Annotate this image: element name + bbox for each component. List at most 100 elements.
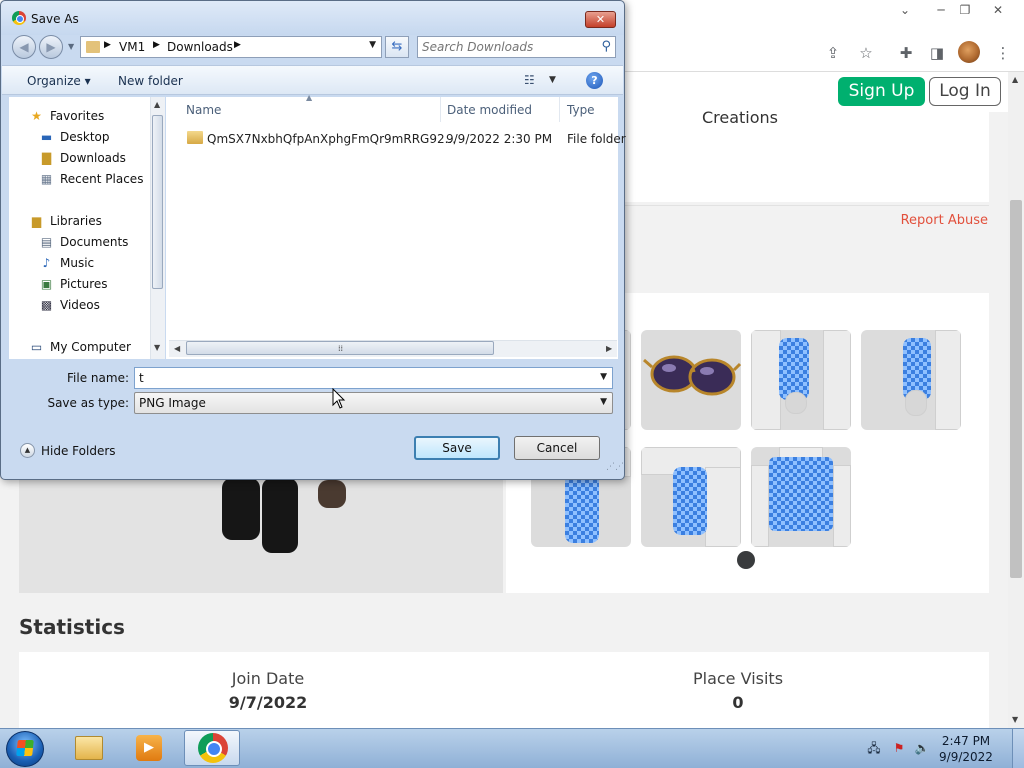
address-bar[interactable]: ▶ VM1 ▶ Downloads ▶ ▼ [80,36,382,58]
column-type[interactable]: Type [567,103,595,117]
close-window-icon[interactable]: ✕ [983,2,1013,18]
recent-places-icon: ▦ [40,172,53,186]
scroll-up-arrow-icon[interactable]: ▲ [1012,75,1018,84]
nav-item-music[interactable]: ♪ Music [9,254,149,273]
nav-item-videos[interactable]: ▩ Videos [9,296,149,315]
file-row[interactable]: QmSX7NxbhQfpAnXphgFmQr9mRRG92... 9/9/202… [171,127,626,149]
save-as-type-select[interactable]: PNG Image ▼ [134,392,613,414]
bookmark-star-icon[interactable]: ☆ [855,42,877,64]
view-dropdown-icon[interactable]: ▼ [549,75,556,85]
side-panel-icon[interactable]: ◨ [926,42,948,64]
column-separator[interactable] [440,97,441,122]
scroll-down-arrow-icon[interactable]: ▼ [154,343,160,352]
help-icon[interactable]: ? [586,72,603,89]
item-tile-left-arm[interactable] [751,330,851,430]
network-icon[interactable]: 🖧 [866,740,882,756]
sign-up-button[interactable]: Sign Up [838,77,925,106]
show-desktop-button[interactable] [1012,729,1024,768]
item-tile-right-arm[interactable] [861,330,961,430]
dialog-titlebar[interactable] [1,1,624,35]
breadcrumb-downloads[interactable]: Downloads [167,40,233,54]
file-explorer-icon[interactable] [75,736,103,760]
log-in-button[interactable]: Log In [929,77,1001,106]
stat-value-place-visits: 0 [732,693,744,712]
dialog-close-button[interactable]: ✕ [585,11,616,28]
restore-icon[interactable]: ❐ [950,2,980,18]
file-name: QmSX7NxbhQfpAnXphgFmQr9mRRG92... [207,132,457,146]
search-input[interactable] [422,39,592,55]
statistics-card [19,652,989,728]
view-options-icon[interactable]: ☷ [524,73,535,87]
share-icon[interactable]: ⇪ [822,42,844,64]
file-date-modified: 9/9/2022 2:30 PM [446,132,553,146]
save-button[interactable]: Save [414,436,500,460]
column-date-modified[interactable]: Date modified [447,103,532,117]
resize-grip-icon[interactable]: ⋰⋰ [606,462,624,472]
nav-item-libraries[interactable]: ▆ Libraries [9,212,149,231]
nav-item-desktop[interactable]: ▬ Desktop [9,128,149,147]
desktop-icon: ▬ [40,130,53,144]
nav-item-documents[interactable]: ▤ Documents [9,233,149,252]
item-tile-sunglasses[interactable] [641,330,741,430]
cancel-button[interactable]: Cancel [514,436,600,460]
back-arrow-icon[interactable]: ◀ [12,35,36,59]
report-abuse-link[interactable]: Report Abuse [901,213,988,228]
clock-time[interactable]: 2:47 PM [938,734,994,748]
chrome-icon [198,733,228,763]
save-as-type-dropdown-icon[interactable]: ▼ [600,397,607,407]
menu-kebab-icon[interactable]: ⋮ [992,42,1014,64]
column-separator[interactable] [559,97,560,122]
file-type: File folder [567,132,626,146]
item-tile-shirt[interactable] [751,447,851,547]
scroll-left-arrow-icon[interactable]: ◀ [174,344,180,353]
nav-item-pictures[interactable]: ▣ Pictures [9,275,149,294]
breadcrumb-arrow-icon[interactable]: ▶ [234,40,241,50]
sort-ascending-icon: ▲ [306,93,313,102]
scroll-right-arrow-icon[interactable]: ▶ [606,344,612,353]
volume-icon[interactable]: 🔈 [914,740,930,756]
stat-label-place-visits: Place Visits [692,669,784,688]
save-as-type-value: PNG Image [139,396,206,410]
navigation-scroll-thumb[interactable] [152,115,163,289]
file-name-input[interactable] [139,370,579,386]
nav-item-favorites[interactable]: ★ Favorites [9,107,149,126]
hide-folders-toggle[interactable]: ▲ Hide Folders [20,442,120,460]
file-name-label: File name: [67,371,129,385]
save-as-dialog: Save As ✕ ◀ ▶ ▼ ▶ VM1 ▶ Downloads ▶ ▼ ⇆ … [0,0,626,480]
tab-creations[interactable]: Creations [660,108,820,127]
nav-item-downloads[interactable]: ▇ Downloads [9,149,149,168]
media-player-icon[interactable]: ▶ [136,735,162,761]
search-icon[interactable]: ⚲ [601,39,611,54]
chrome-icon [12,11,26,25]
statistics-title: Statistics [19,615,125,639]
action-center-icon[interactable]: ⚑ [891,740,907,756]
scroll-up-arrow-icon[interactable]: ▲ [154,100,160,109]
clock-date[interactable]: 9/9/2022 [938,750,994,764]
item-tile-right-leg[interactable] [641,447,741,547]
file-name-field[interactable]: ▼ [134,367,613,389]
scroll-down-arrow-icon[interactable]: ▼ [1012,715,1018,724]
extensions-icon[interactable]: ✚ [895,42,917,64]
scroll-grip-icon: ⁞⁞ [338,344,344,353]
breadcrumb-vm1[interactable]: VM1 [119,40,145,54]
search-box[interactable]: ⚲ [417,36,616,58]
nav-item-recent-places[interactable]: ▦ Recent Places [9,170,149,189]
page-scroll-thumb[interactable] [1010,200,1022,578]
save-as-type-label: Save as type: [47,396,129,410]
refresh-icon[interactable]: ⇆ [385,36,409,58]
file-name-dropdown-icon[interactable]: ▼ [600,372,607,382]
forward-arrow-icon[interactable]: ▶ [39,35,63,59]
nav-item-my-computer[interactable]: ▭ My Computer [9,338,149,357]
profile-avatar[interactable] [958,41,980,63]
recent-locations-dropdown-icon[interactable]: ▼ [68,42,74,51]
computer-icon: ▭ [30,340,43,354]
column-name[interactable]: Name [186,103,221,117]
address-dropdown-icon[interactable]: ▼ [369,40,376,50]
breadcrumb-arrow-icon[interactable]: ▶ [104,40,111,50]
tab-search-icon[interactable]: ⌄ [890,2,920,18]
carousel-dot[interactable] [737,551,755,569]
hide-folders-label: Hide Folders [41,444,116,458]
breadcrumb-arrow-icon[interactable]: ▶ [153,40,160,50]
new-folder-button[interactable]: New folder [118,74,183,88]
organize-menu[interactable]: Organize ▾ [27,74,91,88]
